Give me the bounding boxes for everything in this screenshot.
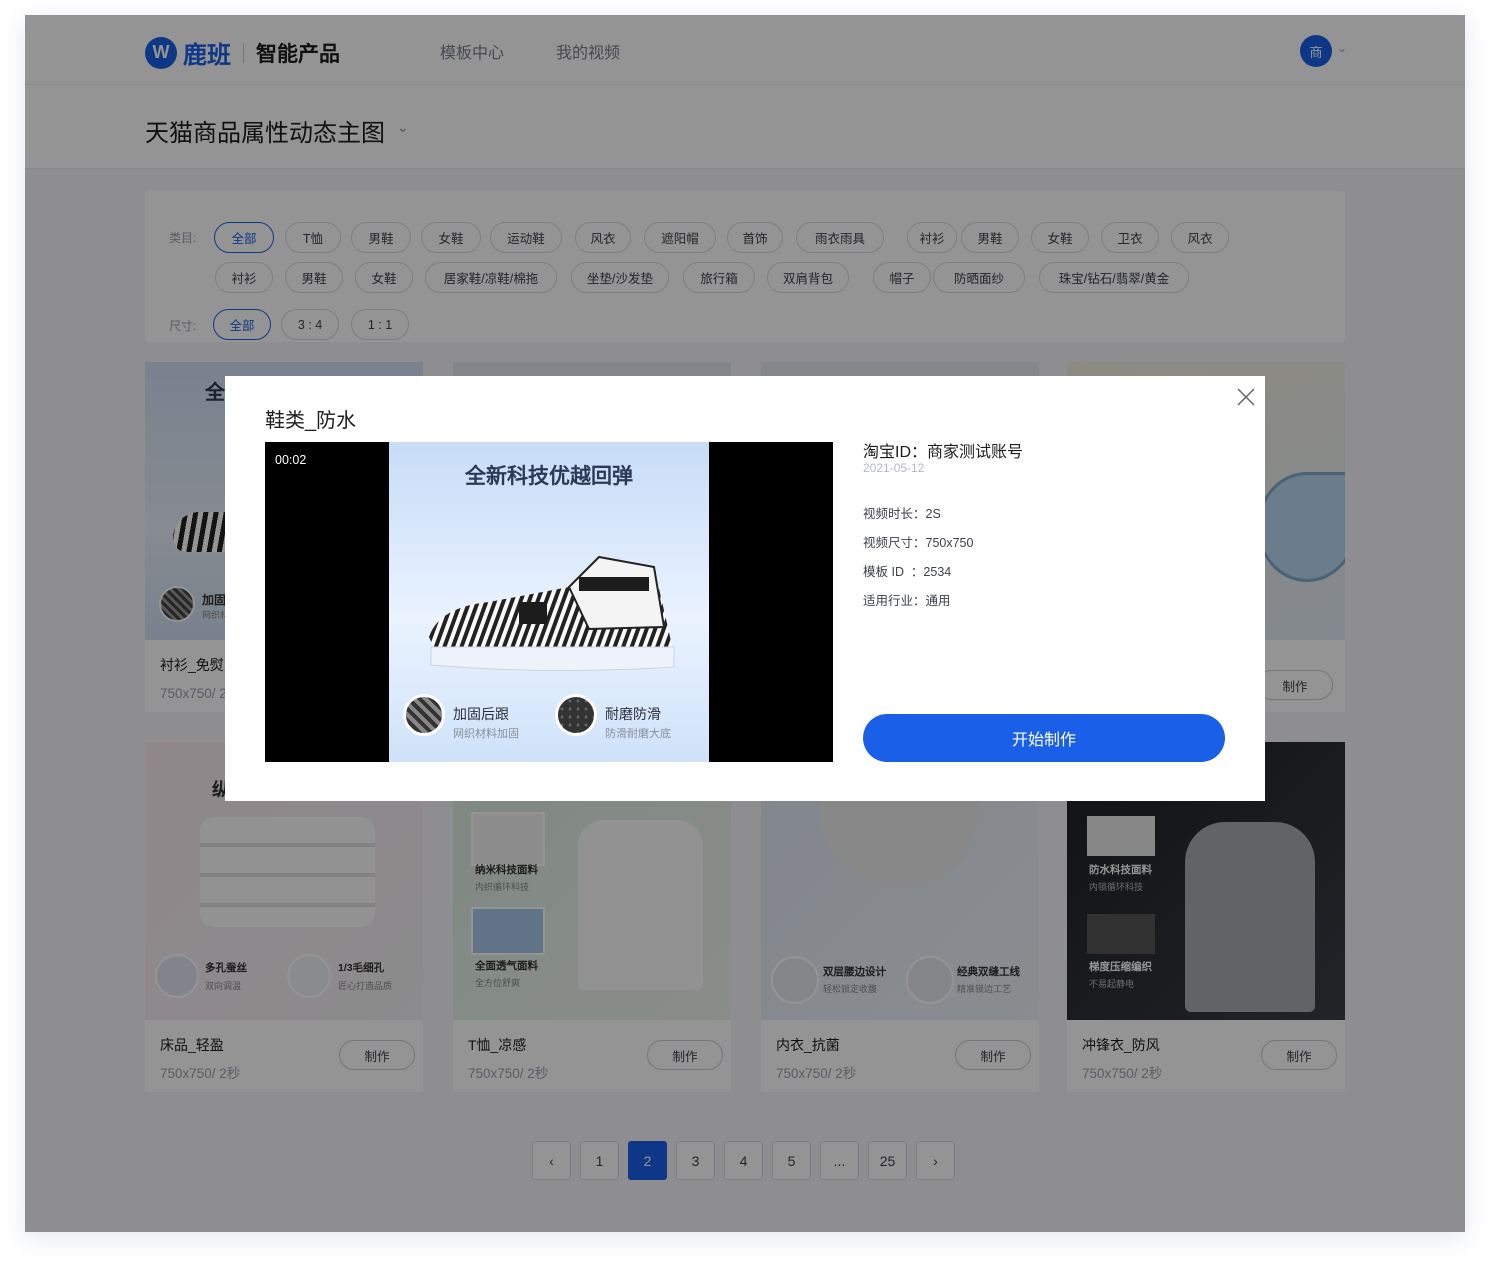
feature-badge: 耐磨防滑 防滑耐磨大底 — [555, 694, 705, 746]
close-icon[interactable] — [1235, 386, 1257, 408]
modal-title: 鞋类_防水 — [265, 410, 357, 432]
preview-modal: 鞋类_防水 00:02 全新科技优越回弹 加固后跟 网织材料加固 耐磨防滑 防滑… — [225, 376, 1265, 801]
start-create-button[interactable]: 开始制作 — [863, 714, 1225, 762]
feature-sub: 网织材料加固 — [453, 728, 519, 740]
video-size: 视频尺寸：750x750 — [863, 536, 974, 550]
feature-thumb — [555, 694, 597, 736]
feature-thumb — [403, 694, 445, 736]
video-headline: 全新科技优越回弹 — [465, 465, 633, 488]
account-id: 淘宝ID：商家测试账号 — [863, 444, 1024, 461]
shoe-image — [429, 555, 675, 672]
video-time: 00:02 — [275, 453, 307, 467]
app-window: W 鹿班 智能产品 模板中心 我的视频 商 ⌄ 天猫商品属性动态主图 ⌄ 类目:… — [25, 15, 1465, 1232]
video-duration: 视频时长：2S — [863, 507, 941, 521]
video-frame: 全新科技优越回弹 加固后跟 网织材料加固 耐磨防滑 防滑耐磨大底 — [389, 442, 709, 762]
publish-date: 2021-05-12 — [863, 461, 925, 475]
template-id: 模板 ID ：2534 — [863, 565, 952, 579]
video-player[interactable]: 00:02 全新科技优越回弹 加固后跟 网织材料加固 耐磨防滑 防滑耐磨大底 — [265, 442, 833, 762]
feature-title: 加固后跟 — [453, 706, 509, 722]
feature-badge: 加固后跟 网织材料加固 — [403, 694, 553, 746]
feature-sub: 防滑耐磨大底 — [605, 728, 671, 740]
industry: 适用行业：通用 — [863, 594, 951, 608]
feature-title: 耐磨防滑 — [605, 706, 661, 722]
